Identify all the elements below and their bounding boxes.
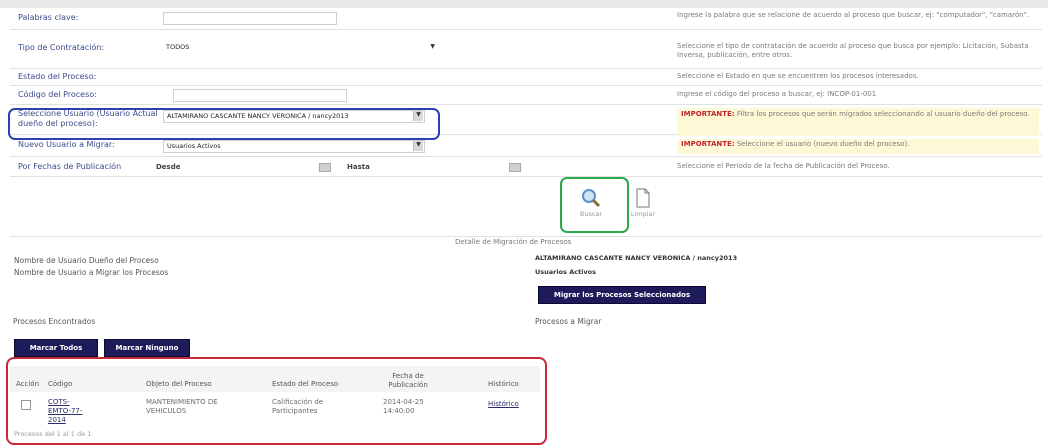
keywords-label: Palabras clave:: [18, 13, 79, 22]
document-icon: [636, 188, 650, 208]
chevron-down-icon: ▼: [430, 43, 435, 50]
from-date-input[interactable]: [180, 161, 325, 172]
owner-name-value: ALTAMIRANO CASCANTE NANCY VERONICA / nan…: [535, 254, 738, 262]
contract-type-help: Seleccione el tipo de contratación de ac…: [677, 42, 1029, 59]
contract-type-row: Tipo de Contratación: TODOS ▼ Seleccione…: [10, 38, 1042, 69]
owner-user-highlight: [8, 108, 440, 140]
results-highlight: [6, 357, 547, 445]
important-label: IMPORTANTE:: [681, 140, 735, 148]
calendar-icon[interactable]: [319, 163, 331, 172]
chevron-down-icon: ▼: [413, 141, 423, 151]
process-state-help: Seleccione el Estado en que se encuentre…: [677, 72, 919, 80]
owner-user-help-text: Filtra los procesos que serán migrados s…: [734, 110, 1030, 118]
new-user-row: Nuevo Usuario a Migrar: Usuarios Activos…: [10, 137, 1042, 157]
detail-divider: [10, 236, 1042, 237]
process-code-input[interactable]: [173, 89, 347, 102]
to-migrate-label: Procesos a Migrar: [535, 317, 602, 326]
pub-dates-help: Seleccione el Período de la fecha de Pub…: [677, 162, 890, 170]
search-highlight: [560, 177, 629, 233]
mark-none-button[interactable]: Marcar Ninguno: [104, 339, 190, 357]
contract-type-label: Tipo de Contratación:: [18, 43, 105, 52]
mark-all-button[interactable]: Marcar Todos: [14, 339, 98, 357]
new-user-select[interactable]: Usuarios Activos ▼: [163, 140, 425, 153]
keywords-row: Palabras clave: Ingrese la palabra que s…: [10, 9, 1042, 30]
new-user-help: IMPORTANTE: Seleccione el usuario (nuevo…: [677, 139, 1039, 154]
header-strip: [0, 0, 1048, 8]
to-date-input[interactable]: [370, 161, 515, 172]
important-label: IMPORTANTE:: [681, 110, 735, 118]
to-label: Hasta:: [347, 163, 373, 171]
found-label: Procesos Encontrados: [13, 317, 96, 326]
new-user-value: Usuarios Activos: [167, 142, 221, 150]
process-code-label: Código del Proceso:: [18, 90, 97, 99]
process-state-label: Estado del Proceso:: [18, 72, 97, 81]
target-name-value: Usuarios Activos: [535, 268, 596, 276]
owner-user-help: IMPORTANTE: Filtra los procesos que será…: [677, 108, 1039, 136]
contract-type-select[interactable]: TODOS ▼: [163, 42, 438, 53]
process-state-row: Estado del Proceso: Seleccione el Estado…: [10, 70, 1042, 86]
keywords-help: Ingrese la palabra que se relacione de a…: [677, 11, 1030, 19]
new-user-help-text: Seleccione el usuario (nuevo dueño del p…: [734, 140, 910, 148]
contract-type-value: TODOS: [166, 43, 190, 51]
pub-dates-row: Por Fechas de Publicación Desde: Hasta: …: [10, 158, 1042, 177]
detail-title: Detalle de Migración de Procesos: [455, 238, 572, 246]
process-code-row: Código del Proceso: Ingrese el código de…: [10, 87, 1042, 105]
calendar-icon[interactable]: [509, 163, 521, 172]
pub-dates-label: Por Fechas de Publicación: [18, 162, 122, 171]
target-name-label: Nombre de Usuario a Migrar los Procesos: [14, 268, 169, 277]
new-user-label: Nuevo Usuario a Migrar:: [18, 140, 115, 149]
migrate-button[interactable]: Migrar los Procesos Seleccionados: [538, 286, 706, 304]
keywords-input[interactable]: [163, 12, 337, 25]
process-code-help: Ingrese el código del proceso a buscar, …: [677, 90, 877, 98]
owner-name-label: Nombre de Usuario Dueño del Proceso: [14, 256, 159, 265]
